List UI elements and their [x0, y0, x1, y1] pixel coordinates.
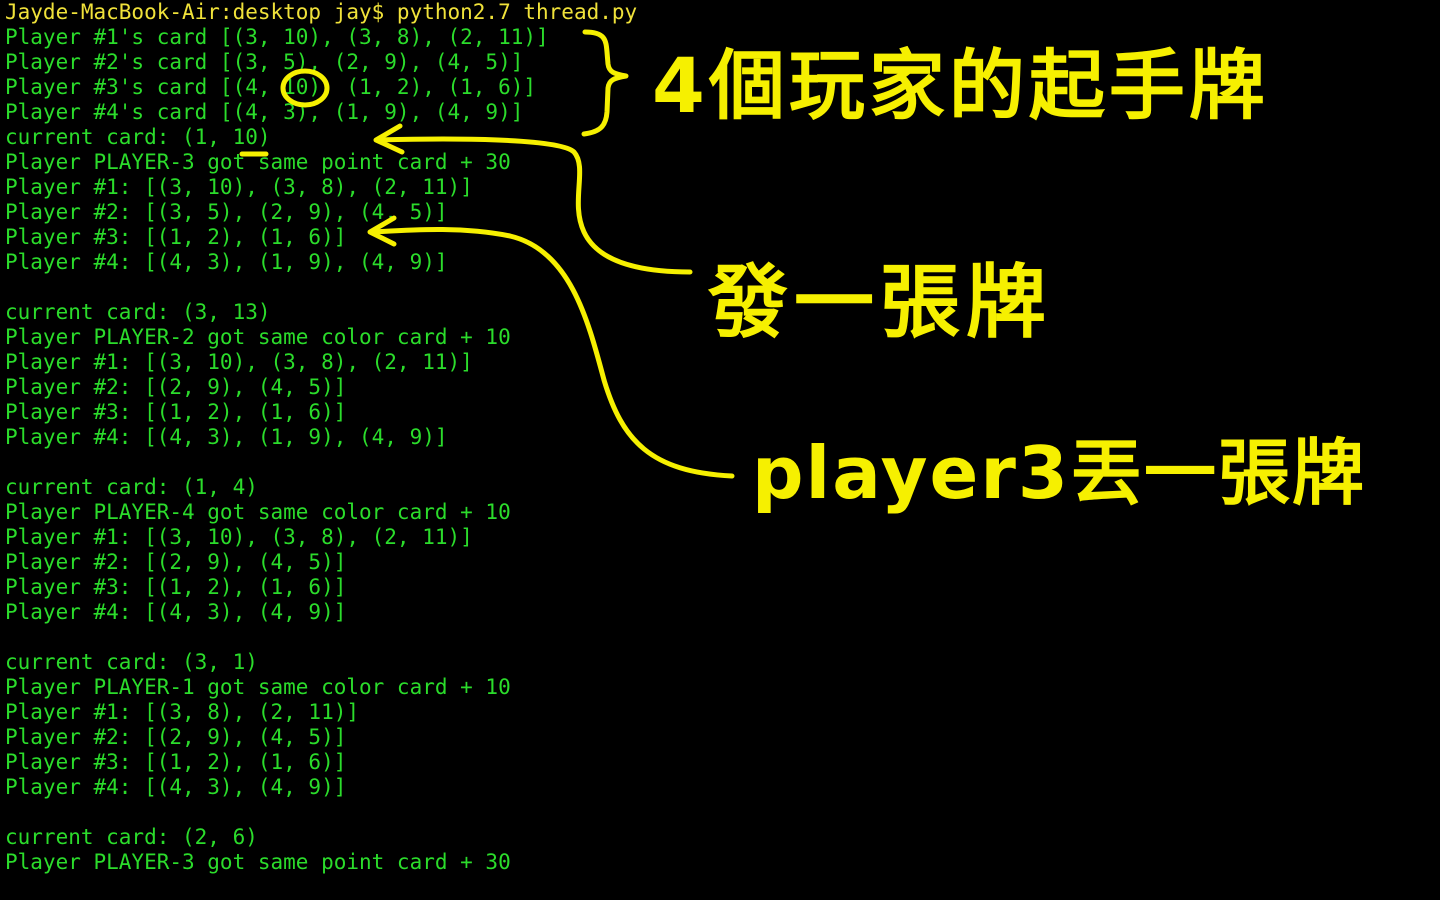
- terminal-window[interactable]: Jayde-MacBook-Air:desktop jay$ python2.7…: [0, 0, 1440, 900]
- arrow-deal-card: [375, 136, 693, 275]
- arrow-player3-discard: [369, 227, 735, 479]
- annotation-player3-discard: player3丟一張牌: [752, 431, 1366, 515]
- brace-bracket: [581, 29, 629, 137]
- annotation-starting-hands: 4個玩家的起手牌: [652, 41, 1269, 130]
- highlight-circle: [280, 68, 330, 108]
- annotation-deal-card: 發一張牌: [707, 256, 1052, 349]
- handwritten-annotations: 4個玩家的起手牌 發一張牌 player3丟一張牌: [239, 29, 1366, 515]
